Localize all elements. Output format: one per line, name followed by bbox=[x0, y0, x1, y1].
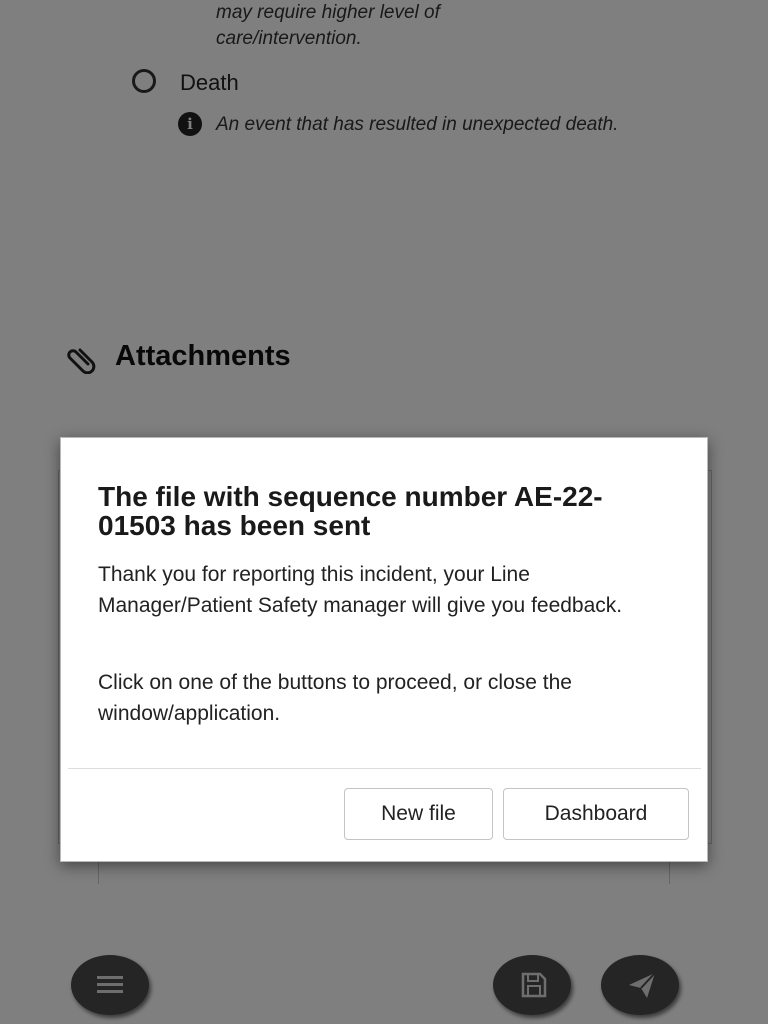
dialog-divider bbox=[68, 768, 701, 769]
dialog-title: The file with sequence number AE-22-0150… bbox=[98, 481, 603, 541]
dashboard-button[interactable]: Dashboard bbox=[503, 788, 689, 840]
file-sent-dialog: The file with sequence number AE-22-0150… bbox=[60, 437, 708, 862]
new-file-button[interactable]: New file bbox=[344, 788, 493, 840]
dialog-message-instructions: Click on one of the buttons to proceed, … bbox=[98, 671, 572, 725]
dialog-message-feedback: Thank you for reporting this incident, y… bbox=[98, 563, 623, 617]
